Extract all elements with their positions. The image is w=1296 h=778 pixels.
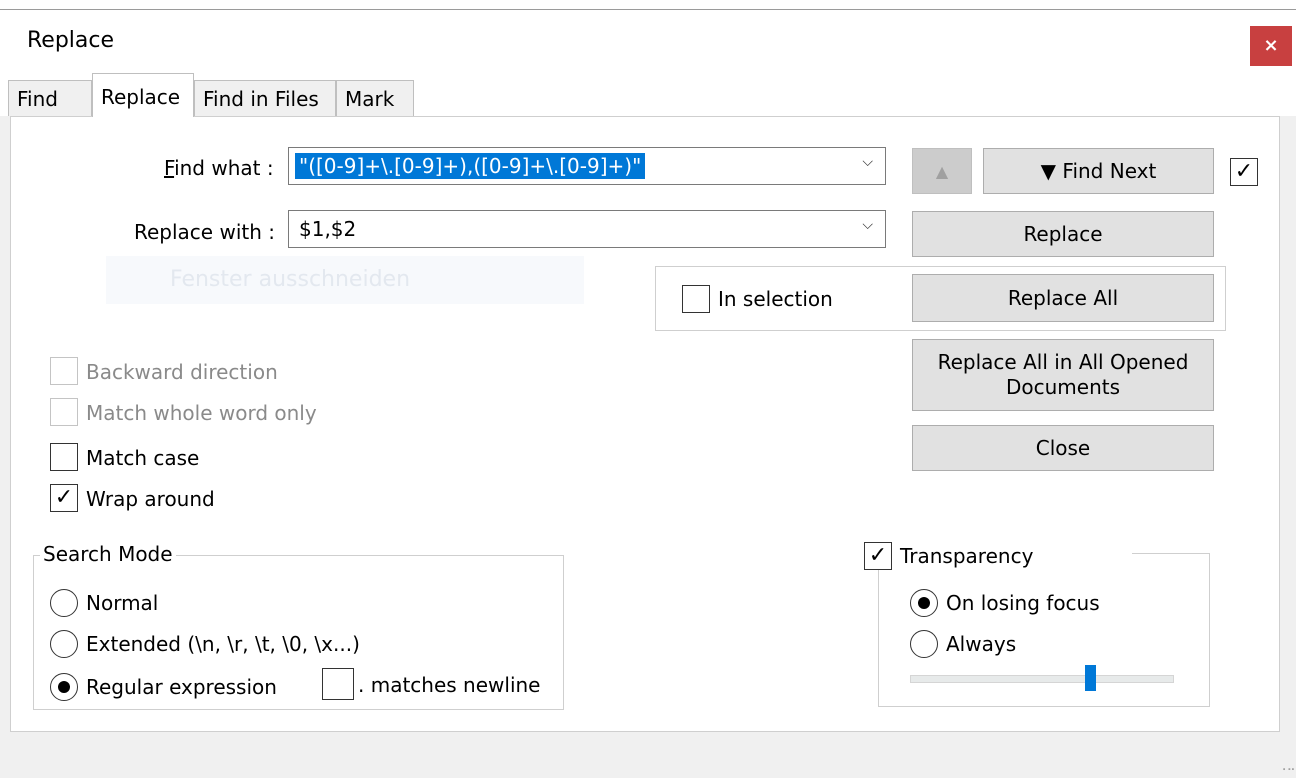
whole-word-label: Match whole word only [86,401,317,425]
normal-label[interactable]: Normal [86,591,158,615]
in-selection-label[interactable]: In selection [718,287,833,311]
radio-extended[interactable] [50,630,78,658]
find-what-value[interactable]: "([0-9]+\.[0-9]+),([0-9]+\.[0-9]+)" [295,153,646,179]
find-next-option-checkbox[interactable]: ✓ [1230,158,1258,186]
find-next-button[interactable]: ▼ Find Next [983,148,1214,194]
replace-all-opened-line1: Replace All in All Opened [937,350,1189,374]
wrap-around-label[interactable]: Wrap around [86,487,215,511]
tab-find[interactable]: Find [8,80,92,116]
match-case-checkbox[interactable] [50,443,78,471]
transparency-checkbox[interactable]: ✓ [864,542,892,570]
radio-regular-expression[interactable] [50,673,78,701]
tab-mark[interactable]: Mark [336,80,414,116]
matches-newline-label[interactable]: . matches newline [358,673,540,697]
backward-direction-checkbox [50,357,78,385]
replace-with-label: Replace with : [134,220,275,244]
replace-with-value[interactable]: $1,$2 [295,216,360,242]
status-bar [0,732,1296,778]
in-selection-checkbox[interactable] [682,285,710,313]
tab-find-in-files[interactable]: Find in Files [194,80,336,116]
on-losing-focus-label[interactable]: On losing focus [946,591,1100,615]
replace-all-opened-line2: Documents [1005,375,1121,399]
transparency-label[interactable]: Transparency [900,544,1033,568]
matches-newline-checkbox[interactable] [322,668,354,700]
replace-all-opened-button[interactable]: Replace All in All Opened Documents [912,339,1214,411]
radio-selected-dot [918,597,930,609]
radio-always[interactable] [910,630,938,658]
find-previous-button[interactable]: ▲ [912,148,972,194]
close-window-button[interactable]: × [1250,26,1292,66]
wrap-around-checkbox[interactable]: ✓ [50,484,78,512]
radio-selected-dot [58,681,70,693]
chevron-down-icon[interactable]: ⌵ [862,154,873,170]
radio-on-losing-focus[interactable] [910,589,938,617]
resize-grip-icon[interactable]: ⠠⠤ [1278,760,1296,774]
find-what-label: Find what : [164,156,274,180]
ghost-tooltip: Fenster ausschneiden [106,256,584,304]
search-mode-title: Search Mode [40,542,176,566]
always-label[interactable]: Always [946,632,1016,656]
close-button[interactable]: Close [912,425,1214,471]
window-title: Replace [27,28,115,53]
replace-button-label: Replace [1023,221,1103,246]
whole-word-checkbox [50,398,78,426]
title-bar [0,10,1296,76]
match-case-label[interactable]: Match case [86,446,199,470]
extended-label[interactable]: Extended (\n, \r, \t, \0, \x...) [86,632,360,656]
chevron-down-icon[interactable]: ⌵ [862,217,873,233]
radio-normal[interactable] [50,589,78,617]
backward-direction-label: Backward direction [86,360,278,384]
regular-expression-label[interactable]: Regular expression [86,675,277,699]
tab-replace[interactable]: Replace [92,73,194,117]
transparency-slider-track[interactable] [910,675,1174,683]
replace-all-button[interactable]: Replace All [912,274,1214,322]
replace-with-combo[interactable]: $1,$2 ⌵ [288,210,886,248]
transparency-slider-thumb[interactable] [1085,665,1096,691]
replace-button[interactable]: Replace [912,211,1214,257]
find-what-combo[interactable]: "([0-9]+\.[0-9]+),([0-9]+\.[0-9]+)" ⌵ [288,147,886,185]
